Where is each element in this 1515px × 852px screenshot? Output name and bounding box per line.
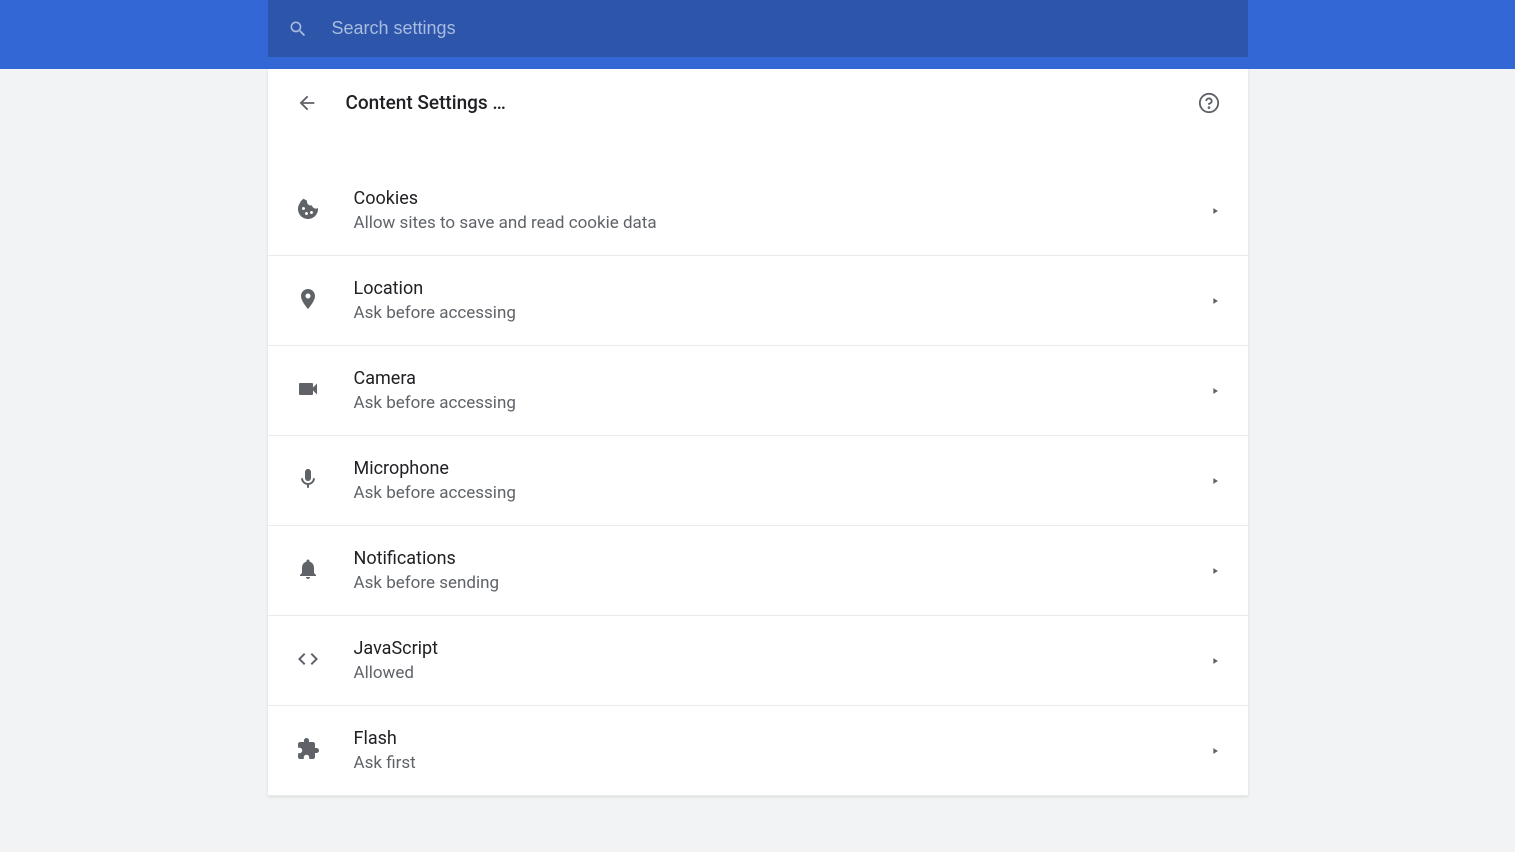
- search-icon: [288, 19, 308, 39]
- top-bar: [0, 0, 1515, 69]
- main-container: Content Settings … Cookies Allow sites to…: [0, 69, 1515, 796]
- chevron-right-icon: [1210, 381, 1220, 400]
- row-title: Flash: [354, 728, 1210, 749]
- javascript-icon: [296, 647, 354, 675]
- settings-row-cookies[interactable]: Cookies Allow sites to save and read cook…: [268, 166, 1248, 256]
- settings-row-notifications[interactable]: Notifications Ask before sending: [268, 526, 1248, 616]
- row-subtitle: Ask first: [354, 753, 1210, 773]
- cookie-icon: [296, 197, 354, 225]
- settings-row-location[interactable]: Location Ask before accessing: [268, 256, 1248, 346]
- row-content: Location Ask before accessing: [354, 278, 1210, 323]
- chevron-right-icon: [1210, 561, 1220, 580]
- settings-row-camera[interactable]: Camera Ask before accessing: [268, 346, 1248, 436]
- location-icon: [296, 287, 354, 315]
- settings-row-javascript[interactable]: JavaScript Allowed: [268, 616, 1248, 706]
- row-title: Microphone: [354, 458, 1210, 479]
- row-subtitle: Ask before sending: [354, 573, 1210, 593]
- flash-icon: [296, 737, 354, 765]
- row-title: Notifications: [354, 548, 1210, 569]
- chevron-right-icon: [1210, 471, 1220, 490]
- help-icon[interactable]: [1198, 92, 1220, 114]
- row-subtitle: Allow sites to save and read cookie data: [354, 213, 1210, 233]
- row-content: Cookies Allow sites to save and read cook…: [354, 188, 1210, 233]
- page-title: Content Settings …: [346, 91, 1198, 114]
- row-subtitle: Allowed: [354, 663, 1210, 683]
- row-subtitle: Ask before accessing: [354, 393, 1210, 413]
- row-content: Camera Ask before accessing: [354, 368, 1210, 413]
- search-bar[interactable]: [268, 0, 1248, 57]
- chevron-right-icon: [1210, 291, 1220, 310]
- chevron-right-icon: [1210, 651, 1220, 670]
- settings-panel: Content Settings … Cookies Allow sites to…: [268, 69, 1248, 796]
- notifications-icon: [296, 557, 354, 585]
- settings-row-microphone[interactable]: Microphone Ask before accessing: [268, 436, 1248, 526]
- settings-row-flash[interactable]: Flash Ask first: [268, 706, 1248, 796]
- row-title: Location: [354, 278, 1210, 299]
- chevron-right-icon: [1210, 741, 1220, 760]
- row-title: JavaScript: [354, 638, 1210, 659]
- row-content: JavaScript Allowed: [354, 638, 1210, 683]
- row-content: Notifications Ask before sending: [354, 548, 1210, 593]
- microphone-icon: [296, 467, 354, 495]
- row-subtitle: Ask before accessing: [354, 303, 1210, 323]
- row-content: Microphone Ask before accessing: [354, 458, 1210, 503]
- chevron-right-icon: [1210, 201, 1220, 220]
- row-title: Cookies: [354, 188, 1210, 209]
- back-arrow-icon[interactable]: [296, 92, 318, 114]
- panel-header: Content Settings …: [268, 69, 1248, 136]
- settings-list: Cookies Allow sites to save and read cook…: [268, 136, 1248, 796]
- row-content: Flash Ask first: [354, 728, 1210, 773]
- search-input[interactable]: [332, 18, 1228, 39]
- row-subtitle: Ask before accessing: [354, 483, 1210, 503]
- row-title: Camera: [354, 368, 1210, 389]
- camera-icon: [296, 377, 354, 405]
